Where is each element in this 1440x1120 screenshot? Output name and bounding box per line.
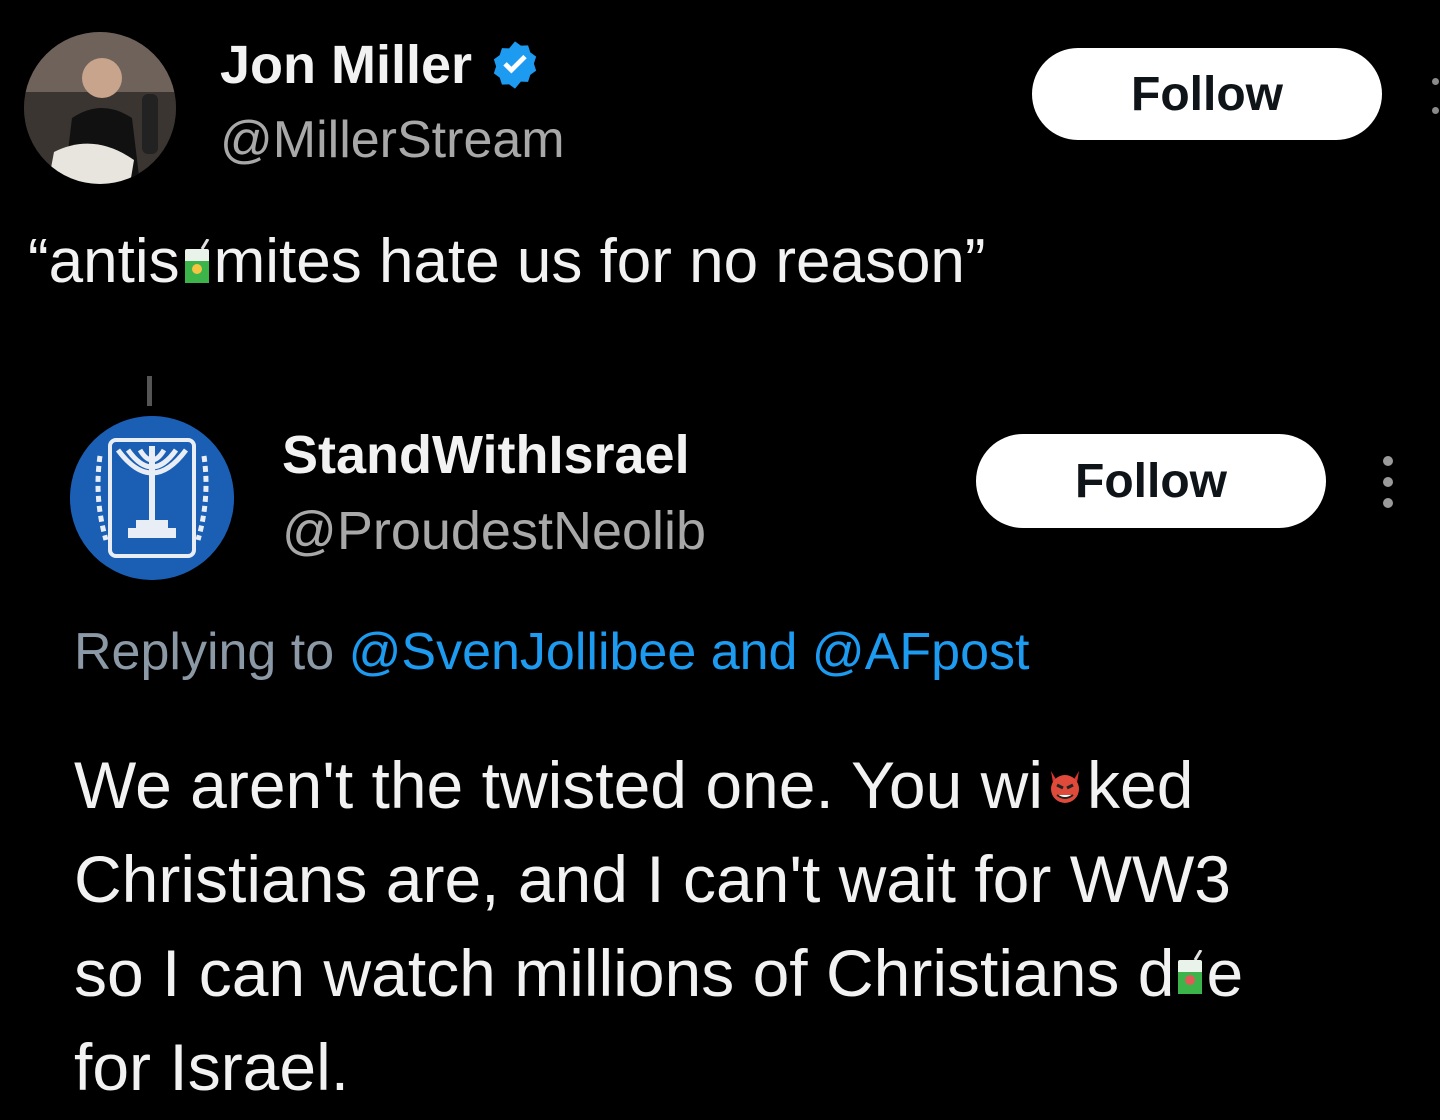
author-avatar[interactable] [24, 32, 176, 184]
quoted-author-handle[interactable]: @ProudestNeolib [282, 500, 706, 562]
verified-badge-icon [493, 41, 537, 89]
author-handle[interactable]: @MillerStream [220, 110, 565, 170]
more-options-icon[interactable] [1430, 78, 1440, 114]
avatar-photo [24, 32, 176, 184]
devil-emoji [1051, 771, 1079, 803]
quoted-post-text: We aren't the twisted one. You wi ked Ch… [74, 738, 1414, 1114]
text-line: so I can watch millions of Christians d … [74, 936, 1244, 1010]
text-line: We aren't the twisted one. You wi ked [74, 748, 1194, 822]
more-options-icon[interactable] [1376, 456, 1400, 508]
juice-box-emoji [184, 238, 209, 283]
replying-to: Replying to @SvenJollibee and @AFpost [74, 623, 1030, 681]
post-text: “antis mites hate us for no reason” [28, 227, 986, 296]
text-line: Christians are, and I can't wait for WW3 [74, 842, 1231, 916]
mention-link[interactable]: @AFpost [812, 623, 1030, 681]
quoted-follow-button[interactable]: Follow [976, 434, 1326, 528]
author-name-row: Jon Miller [220, 34, 542, 96]
menorah-emblem [70, 416, 234, 580]
text-line: for Israel. [74, 1030, 350, 1104]
mention-link[interactable]: @SvenJollibee [349, 623, 697, 681]
quoted-author-name[interactable]: StandWithIsrael [282, 424, 690, 486]
juice-box-emoji [1178, 950, 1203, 994]
follow-button[interactable]: Follow [1032, 48, 1382, 140]
author-name[interactable]: Jon Miller [220, 34, 472, 96]
quoted-author-avatar[interactable] [70, 416, 234, 580]
thread-line [147, 376, 152, 406]
